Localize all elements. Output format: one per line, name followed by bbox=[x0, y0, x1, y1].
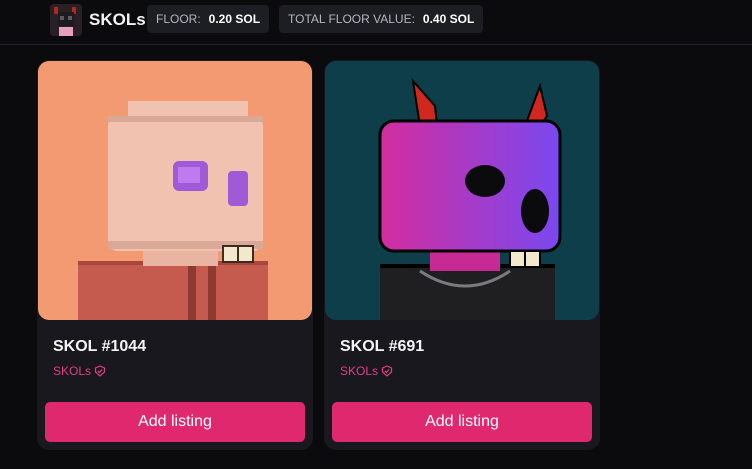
collection-name[interactable]: SKOLs bbox=[89, 10, 146, 30]
floor-stat: FLOOR: 0.20 SOL bbox=[147, 5, 270, 33]
add-listing-button[interactable]: Add listing bbox=[332, 402, 592, 442]
nft-collection-link[interactable]: SKOLs bbox=[53, 364, 106, 378]
add-listing-button[interactable]: Add listing bbox=[45, 402, 305, 442]
nft-title[interactable]: SKOL #691 bbox=[340, 338, 424, 356]
nft-card[interactable]: SKOL #1044 SKOLs Add listing bbox=[37, 60, 313, 450]
collection-avatar[interactable] bbox=[50, 4, 82, 36]
nft-collection-link[interactable]: SKOLs bbox=[340, 364, 393, 378]
total-floor-stat: TOTAL FLOOR VALUE: 0.40 SOL bbox=[279, 5, 484, 33]
nft-card[interactable]: SKOL #691 SKOLs Add listing bbox=[324, 60, 600, 450]
floor-label: FLOOR: bbox=[156, 12, 201, 26]
collection-header: SKOLs FLOOR: 0.20 SOL TOTAL FLOOR VALUE:… bbox=[0, 0, 752, 45]
verified-badge-icon bbox=[381, 365, 393, 377]
nft-title[interactable]: SKOL #1044 bbox=[53, 338, 146, 356]
floor-value: 0.20 SOL bbox=[208, 12, 261, 26]
collection-link-label: SKOLs bbox=[53, 364, 92, 378]
total-floor-value: 0.40 SOL bbox=[422, 12, 475, 26]
nft-image[interactable] bbox=[325, 61, 599, 320]
collection-link-label: SKOLs bbox=[340, 364, 379, 378]
nft-image[interactable] bbox=[38, 61, 312, 320]
verified-badge-icon bbox=[94, 365, 106, 377]
total-floor-label: TOTAL FLOOR VALUE: bbox=[288, 12, 415, 26]
